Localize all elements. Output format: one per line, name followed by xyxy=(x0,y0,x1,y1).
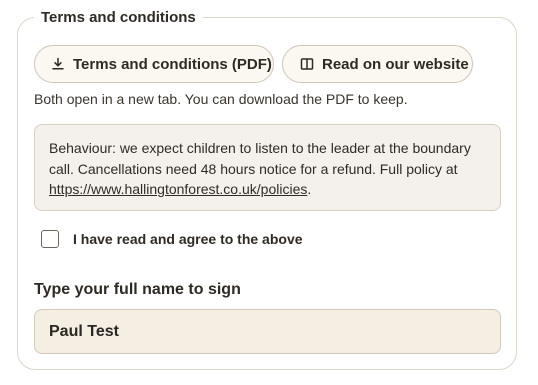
terms-pdf-button[interactable]: Terms and conditions (PDF) xyxy=(34,45,274,83)
policy-summary-box: Behaviour: we expect children to listen … xyxy=(34,124,501,211)
terms-pdf-label: Terms and conditions (PDF) xyxy=(73,55,272,73)
full-name-input[interactable] xyxy=(34,309,501,354)
signature-label: Type your full name to sign xyxy=(34,281,241,298)
read-website-label: Read on our website xyxy=(322,55,469,73)
read-website-button[interactable]: Read on our website xyxy=(282,45,473,83)
agreement-row[interactable]: I have read and agree to the above xyxy=(41,230,303,248)
policy-text: Behaviour: we expect children to listen … xyxy=(49,138,486,200)
agree-checkbox[interactable] xyxy=(41,230,59,248)
book-open-icon xyxy=(300,57,314,71)
new-tab-note: Both open in a new tab. You can download… xyxy=(34,91,408,107)
policy-body-text: Behaviour: we expect children to listen … xyxy=(49,140,471,177)
policy-suffix: . xyxy=(307,181,312,197)
policy-link[interactable]: https://www.hallingtonforest.co.uk/polic… xyxy=(49,181,307,197)
download-icon xyxy=(51,57,65,71)
section-title: Terms and conditions xyxy=(34,9,203,27)
agree-label[interactable]: I have read and agree to the above xyxy=(73,231,303,247)
